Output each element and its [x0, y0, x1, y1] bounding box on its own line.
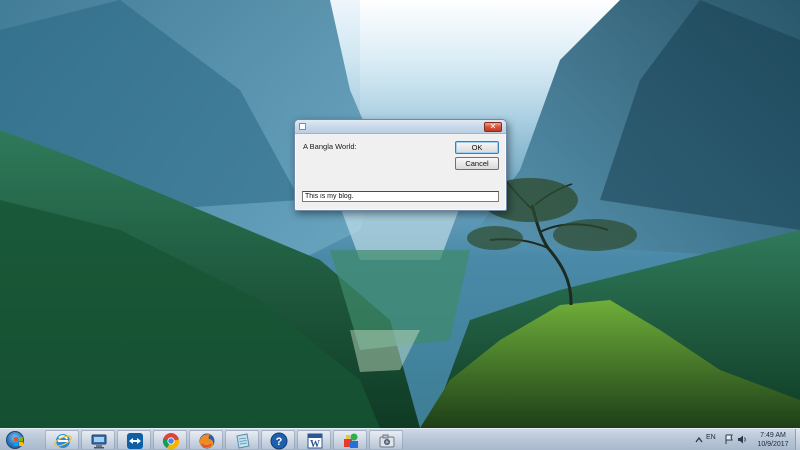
svg-text:W: W: [310, 439, 320, 450]
show-desktop-button[interactable]: [795, 429, 800, 450]
internet-explorer-icon: [54, 434, 72, 448]
language-indicator[interactable]: EN: [706, 434, 716, 441]
clock-time: 7:49 AM: [760, 432, 786, 439]
input-box-dialog: ✕ A Bangla World: OK Cancel: [294, 119, 507, 211]
help-icon: ?: [270, 432, 288, 450]
firefox-icon: [199, 433, 215, 449]
taskbar-paint[interactable]: [333, 430, 367, 450]
taskbar-teamviewer[interactable]: [117, 430, 151, 450]
taskbar-network[interactable]: [81, 430, 115, 450]
dialog-titlebar[interactable]: ✕: [295, 120, 506, 134]
show-hidden-icons-icon[interactable]: [695, 433, 703, 447]
windows-start-icon: [6, 431, 24, 449]
chrome-icon: [162, 433, 180, 450]
svg-text:?: ?: [276, 436, 283, 448]
prompt-label: A Bangla World:: [303, 142, 357, 151]
ok-button[interactable]: OK: [455, 141, 499, 154]
teamviewer-icon: [127, 433, 143, 449]
volume-icon[interactable]: [737, 434, 748, 445]
close-button[interactable]: ✕: [484, 122, 502, 132]
taskbar-chrome[interactable]: [153, 430, 187, 450]
network-computer-icon: [91, 434, 107, 449]
taskbar: ? W EN 7:49 AM 10/9/2017: [0, 428, 800, 450]
taskbar-firefox[interactable]: [189, 430, 223, 450]
paint-icon: [344, 433, 358, 448]
taskbar-help[interactable]: ?: [261, 430, 295, 450]
system-clock[interactable]: 7:49 AM 10/9/2017: [752, 431, 794, 449]
action-center-flag-icon[interactable]: [724, 434, 735, 445]
camera-icon: [379, 434, 395, 448]
text-input-field[interactable]: [302, 191, 499, 202]
taskbar-notes[interactable]: [225, 430, 259, 450]
taskbar-camera[interactable]: [369, 430, 403, 450]
taskbar-internet-explorer[interactable]: [45, 430, 79, 450]
word-icon: W: [307, 433, 323, 450]
taskbar-word[interactable]: W: [297, 430, 331, 450]
notepad-icon: [236, 433, 250, 449]
desktop-wallpaper: [0, 0, 800, 428]
clock-date: 10/9/2017: [757, 441, 789, 448]
cancel-button[interactable]: Cancel: [455, 157, 499, 170]
mountain-landscape: [0, 0, 800, 428]
window-icon: [299, 123, 306, 130]
start-button[interactable]: [3, 430, 27, 450]
